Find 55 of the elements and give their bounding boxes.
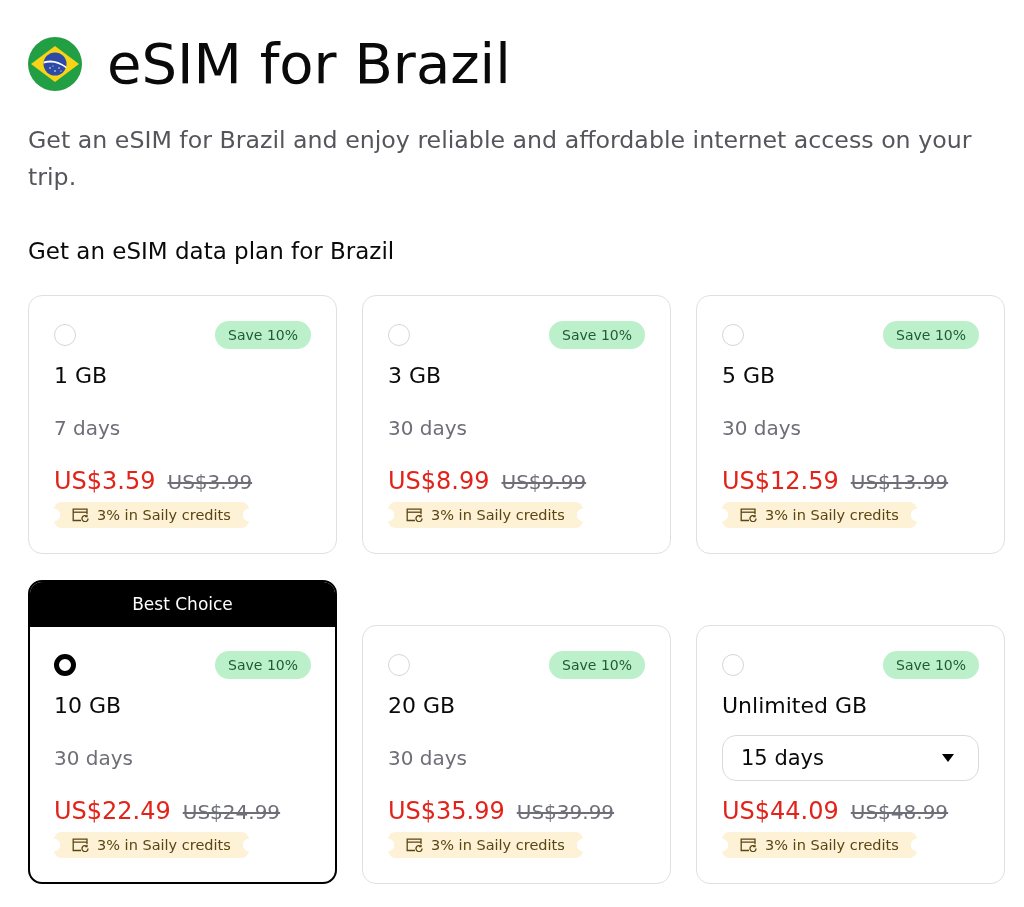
- plan-card[interactable]: Best Choice Save 10% 10 GB 30 days US$22.49 US$24.99 3% in Saily credits: [28, 580, 337, 884]
- plan-duration: 7 days: [54, 415, 122, 442]
- brazil-flag-icon: [28, 37, 82, 91]
- plan-duration: 30 days: [722, 415, 802, 442]
- plan-duration: 30 days: [388, 745, 468, 772]
- discount-badge: Save 10%: [215, 321, 311, 349]
- wallet-arrow-icon: [740, 508, 757, 522]
- original-price: US$39.99: [516, 799, 615, 826]
- plan-duration: 30 days: [388, 415, 468, 442]
- original-price: US$3.99: [167, 469, 253, 496]
- plan-card[interactable]: Save 10% 1 GB 7 days US$3.59 US$3.99 3% in Saily credits: [28, 295, 337, 554]
- page-description: Get an eSIM for Brazil and enjoy reliable and affordable internet access on your trip.: [28, 125, 973, 193]
- original-price: US$9.99: [501, 469, 587, 496]
- duration-dropdown[interactable]: 15 days: [722, 735, 979, 781]
- plan-data-amount: 1 GB: [54, 362, 109, 390]
- page-title: eSIM for Brazil: [107, 37, 511, 91]
- original-price: US$48.99: [850, 799, 949, 826]
- discount-badge: Save 10%: [549, 651, 645, 679]
- credits-text: 3% in Saily credits: [431, 507, 565, 523]
- discount-badge: Save 10%: [549, 321, 645, 349]
- credits-text: 3% in Saily credits: [765, 837, 899, 853]
- credits-text: 3% in Saily credits: [97, 507, 231, 523]
- wallet-arrow-icon: [740, 838, 757, 852]
- plan-card[interactable]: Save 10% 5 GB 30 days US$12.59 US$13.99 3% in Saily credits: [696, 295, 1005, 554]
- credits-text: 3% in Saily credits: [765, 507, 899, 523]
- plan-data-amount: Unlimited GB: [722, 692, 869, 720]
- credits-text: 3% in Saily credits: [97, 837, 231, 853]
- sale-price: US$8.99: [388, 466, 490, 496]
- wallet-arrow-icon: [406, 838, 423, 852]
- best-choice-banner: Best Choice: [30, 582, 335, 627]
- sale-price: US$35.99: [388, 796, 505, 826]
- plan-card[interactable]: Save 10% 20 GB 30 days US$35.99 US$39.99 3% in Saily credits: [362, 625, 671, 884]
- plan-card[interactable]: Save 10% Unlimited GB 15 days US$44.09 US$48.99 3% in Saily credits: [696, 625, 1005, 884]
- sale-price: US$22.49: [54, 796, 171, 826]
- caret-icon: [942, 754, 954, 762]
- sale-price: US$3.59: [54, 466, 156, 496]
- sale-price: US$44.09: [722, 796, 839, 826]
- plan-data-amount: 10 GB: [54, 692, 123, 720]
- original-price: US$13.99: [850, 469, 949, 496]
- plan-card[interactable]: Save 10% 3 GB 30 days US$8.99 US$9.99 3% in Saily credits: [362, 295, 671, 554]
- radio-button[interactable]: [54, 654, 76, 676]
- plan-duration: 30 days: [54, 745, 134, 772]
- plan-data-amount: 3 GB: [388, 362, 443, 390]
- discount-badge: Save 10%: [883, 321, 979, 349]
- wallet-arrow-icon: [72, 838, 89, 852]
- original-price: US$24.99: [182, 799, 281, 826]
- sale-price: US$12.59: [722, 466, 839, 496]
- section-heading: Get an eSIM data plan for Brazil: [28, 237, 396, 266]
- wallet-arrow-icon: [72, 508, 89, 522]
- plan-data-amount: 20 GB: [388, 692, 457, 720]
- credits-text: 3% in Saily credits: [431, 837, 565, 853]
- wallet-arrow-icon: [406, 508, 423, 522]
- discount-badge: Save 10%: [215, 651, 311, 679]
- plan-data-amount: 5 GB: [722, 362, 777, 390]
- discount-badge: Save 10%: [883, 651, 979, 679]
